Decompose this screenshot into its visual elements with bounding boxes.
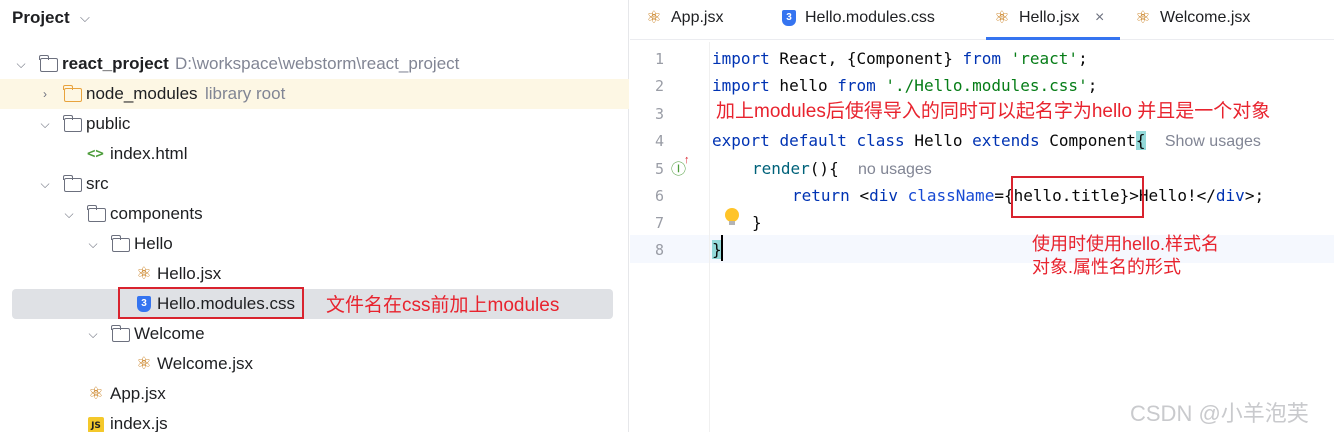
- tree-item-label: Welcome: [134, 324, 205, 343]
- chevron-down-icon[interactable]: ⌵: [86, 319, 100, 349]
- annotation-text: 文件名在css前加上modules: [326, 295, 560, 316]
- folder-icon: [87, 205, 106, 222]
- tree-item-label: components: [110, 204, 203, 223]
- tab-label: Welcome.jsx: [1160, 9, 1251, 26]
- tab-label: Hello.modules.css: [805, 9, 935, 26]
- chevron-down-icon[interactable]: ⌵: [38, 169, 52, 199]
- code-line-7: }: [752, 213, 762, 232]
- active-tab-indicator: [986, 37, 1120, 40]
- react-file-icon: ⚛: [1135, 8, 1151, 27]
- close-icon[interactable]: ×: [1095, 0, 1104, 36]
- tree-item-label: src: [86, 174, 109, 193]
- line-number: 4: [654, 132, 664, 150]
- line-number: 7: [654, 214, 664, 232]
- show-usages-hint: Show usages: [1164, 133, 1261, 150]
- line-number: 1: [654, 50, 664, 68]
- watermark: CSDN @小羊泡芙: [1130, 401, 1309, 426]
- tree-item-index-js[interactable]: JS index.js: [0, 409, 629, 432]
- chevron-right-icon[interactable]: ›: [38, 79, 52, 109]
- text-caret: [721, 235, 723, 261]
- folder-icon: [63, 115, 82, 132]
- project-panel: Project ⌵ ⌵ react_project D:\workspace\w…: [0, 0, 629, 432]
- folder-icon: [39, 55, 58, 72]
- tree-item-label: Hello.jsx: [157, 264, 222, 283]
- tree-item-label: public: [86, 114, 131, 133]
- tree-item-hello-folder[interactable]: ⌵ Hello: [0, 229, 629, 259]
- tree-item-label: Welcome.jsx: [157, 354, 254, 373]
- tree-item-src[interactable]: ⌵ src: [0, 169, 629, 199]
- chevron-down-icon[interactable]: ⌵: [80, 10, 90, 26]
- line-number: 3: [654, 105, 664, 123]
- code-line-1: import React, {Component} from 'react';: [712, 49, 1088, 68]
- tab-welcome-jsx[interactable]: ⚛ Welcome.jsx: [1135, 0, 1285, 40]
- tree-item-label: index.js: [110, 414, 168, 432]
- react-file-icon: ⚛: [88, 384, 104, 403]
- gutter-separator: [709, 42, 710, 432]
- tree-item-path: D:\workspace\webstorm\react_project: [175, 54, 460, 73]
- code-line-4: export default class Hello extends Compo…: [712, 131, 1261, 150]
- folder-icon: [111, 325, 130, 342]
- tree-item-welcome-jsx[interactable]: ⚛ Welcome.jsx: [0, 349, 629, 379]
- tree-item-hint: library root: [205, 84, 286, 103]
- library-folder-icon: [63, 85, 82, 102]
- chevron-down-icon[interactable]: ⌵: [62, 199, 76, 229]
- tree-item-label: node_modules: [86, 84, 198, 103]
- folder-icon: [63, 175, 82, 192]
- tree-item-public[interactable]: ⌵ public: [0, 109, 629, 139]
- html-file-icon: <>: [87, 146, 104, 162]
- js-file-icon: JS: [88, 417, 104, 432]
- annotation-highlight-box: [1011, 176, 1144, 218]
- react-file-icon: ⚛: [136, 354, 152, 373]
- project-header: Project ⌵: [0, 0, 629, 38]
- tree-item-label: react_project: [62, 54, 169, 73]
- annotation-text: 对象.属性名的形式: [1032, 257, 1182, 277]
- line-number: 8: [654, 241, 664, 259]
- tab-label: Hello.jsx: [1019, 9, 1080, 26]
- annotation-highlight-box: [118, 287, 304, 319]
- line-number: 5: [654, 160, 664, 178]
- react-file-icon: ⚛: [646, 8, 662, 27]
- tree-item-welcome-folder[interactable]: ⌵ Welcome: [0, 319, 629, 349]
- tab-hello-jsx[interactable]: ⚛ Hello.jsx: [994, 0, 1124, 40]
- annotation-text: 加上modules后使得导入的同时可以起名字为hello 并且是一个对象: [716, 101, 1271, 122]
- tree-item-node-modules[interactable]: › node_modules library root: [0, 79, 629, 109]
- tree-item-react-project[interactable]: ⌵ react_project D:\workspace\webstorm\re…: [0, 49, 629, 79]
- code-line-5: render(){ no usages: [752, 159, 932, 178]
- line-number: 6: [654, 187, 664, 205]
- code-line-2: import hello from './Hello.modules.css';: [712, 76, 1098, 95]
- tree-item-hello-jsx[interactable]: ⚛ Hello.jsx: [0, 259, 629, 289]
- tree-item-label: index.html: [110, 144, 188, 163]
- line-number: 2: [654, 77, 664, 95]
- arrow-up-icon: ↑: [684, 154, 690, 166]
- code-area[interactable]: import React, {Component} from 'react'; …: [712, 42, 1332, 432]
- tab-hello-modules-css[interactable]: 3 Hello.modules.css: [782, 0, 982, 40]
- tree-item-index-html[interactable]: <> index.html: [0, 139, 629, 169]
- tab-app-jsx[interactable]: ⚛ App.jsx: [646, 0, 766, 40]
- chevron-down-icon[interactable]: ⌵: [86, 229, 100, 259]
- chevron-down-icon[interactable]: ⌵: [38, 109, 52, 139]
- lightbulb-icon[interactable]: [725, 208, 739, 226]
- no-usages-hint: no usages: [857, 161, 932, 178]
- tree-item-label: Hello: [134, 234, 173, 253]
- react-file-icon: ⚛: [994, 8, 1010, 27]
- tree-item-app-jsx[interactable]: ⚛ App.jsx: [0, 379, 629, 409]
- tree-item-label: App.jsx: [110, 384, 166, 403]
- tab-label: App.jsx: [671, 9, 724, 26]
- react-file-icon: ⚛: [136, 264, 152, 283]
- chevron-down-icon[interactable]: ⌵: [14, 49, 28, 79]
- folder-icon: [111, 235, 130, 252]
- tree-item-components[interactable]: ⌵ components: [0, 199, 629, 229]
- css-file-icon: 3: [782, 10, 796, 26]
- line-number-gutter: 1 2 3 4 5 6 7 8: [630, 42, 710, 432]
- project-title[interactable]: Project: [12, 8, 70, 28]
- editor-tab-bar: ⚛ App.jsx 3 Hello.modules.css ⚛ Hello.js…: [630, 0, 1334, 40]
